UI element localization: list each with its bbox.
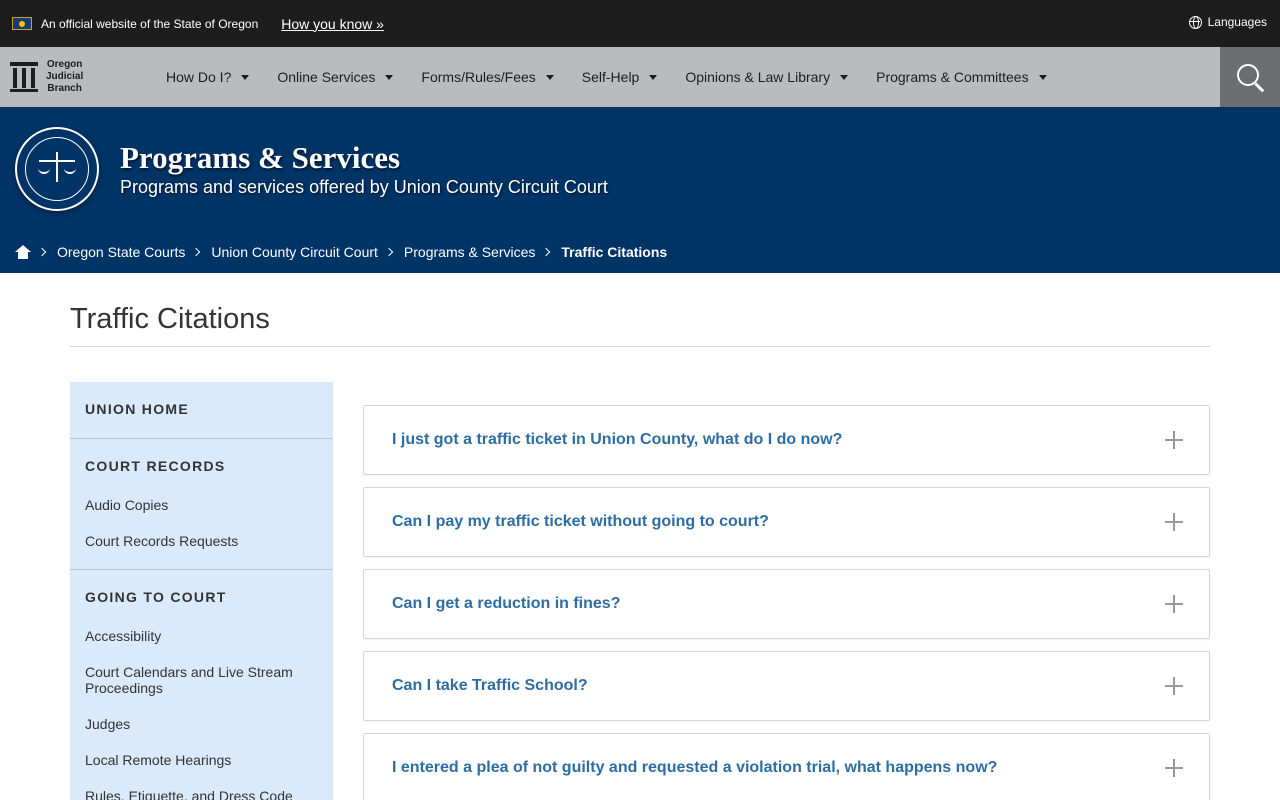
breadcrumb-oregon-state-courts[interactable]: Oregon State Courts — [57, 244, 185, 260]
nav-self-help[interactable]: Self-Help — [582, 69, 658, 85]
sidebar-heading-court-records[interactable]: COURT RECORDS — [70, 439, 333, 497]
faq-accordion: I just got a traffic ticket in Union Cou… — [363, 382, 1210, 800]
caret-down-icon — [649, 74, 658, 80]
plus-icon[interactable] — [1165, 677, 1183, 695]
nav-programs-committees[interactable]: Programs & Committees — [876, 69, 1047, 85]
caret-down-icon — [840, 74, 849, 80]
chevron-right-icon — [384, 247, 394, 257]
judicial-department-seal — [15, 127, 99, 211]
sidebar-item-accessibility[interactable]: Accessibility — [70, 628, 333, 664]
plus-icon[interactable] — [1165, 513, 1183, 531]
faq-question[interactable]: I just got a traffic ticket in Union Cou… — [392, 431, 842, 449]
globe-icon — [1188, 15, 1202, 29]
chevron-right-icon — [192, 247, 201, 257]
search-button[interactable] — [1220, 47, 1280, 107]
faq-question[interactable]: I entered a plea of not guilty and reque… — [392, 759, 997, 777]
page-hero: Programs & Services Programs and service… — [0, 107, 1280, 273]
how-you-know-link[interactable]: How you know » — [281, 16, 384, 32]
official-banner: An official website of the State of Oreg… — [0, 0, 1280, 47]
nav-forms-rules-fees[interactable]: Forms/Rules/Fees — [421, 69, 554, 85]
breadcrumb: Oregon State Courts Union County Circuit… — [15, 244, 667, 260]
caret-down-icon — [545, 74, 554, 80]
sidebar-item-rules-etiquette[interactable]: Rules, Etiquette, and Dress Code — [70, 788, 333, 800]
breadcrumb-programs-services[interactable]: Programs & Services — [404, 244, 535, 260]
faq-item[interactable]: Can I take Traffic School? — [363, 651, 1210, 721]
chevron-right-icon — [542, 247, 551, 257]
search-icon — [1237, 64, 1259, 86]
faq-item[interactable]: I entered a plea of not guilty and reque… — [363, 733, 1210, 800]
hero-subtitle: Programs and services offered by Union C… — [120, 177, 608, 197]
breadcrumb-current: Traffic Citations — [561, 244, 668, 260]
nav-online-services[interactable]: Online Services — [277, 69, 394, 85]
plus-icon[interactable] — [1165, 595, 1183, 613]
sidebar-item-audio-copies[interactable]: Audio Copies — [70, 497, 333, 533]
plus-icon[interactable] — [1165, 759, 1183, 777]
languages-button[interactable]: Languages — [1188, 15, 1267, 29]
sidebar-item-local-remote-hearings[interactable]: Local Remote Hearings — [70, 752, 333, 788]
languages-label: Languages — [1207, 15, 1267, 29]
faq-item[interactable]: Can I get a reduction in fines? — [363, 569, 1210, 639]
home-icon[interactable] — [15, 245, 31, 259]
hero-title: Programs & Services — [120, 140, 401, 175]
sidebar-item-judges[interactable]: Judges — [70, 716, 333, 752]
sidebar: UNION HOME COURT RECORDS Audio Copies Co… — [70, 382, 333, 800]
main-navigation: Oregon Judicial Branch How Do I? Online … — [0, 47, 1280, 107]
nav-how-do-i[interactable]: How Do I? — [166, 69, 250, 85]
faq-item[interactable]: Can I pay my traffic ticket without goin… — [363, 487, 1210, 557]
caret-down-icon — [1038, 74, 1047, 80]
sidebar-union-home[interactable]: UNION HOME — [70, 382, 333, 438]
faq-question[interactable]: Can I take Traffic School? — [392, 677, 588, 695]
official-banner-text: An official website of the State of Oreg… — [41, 16, 259, 31]
plus-icon[interactable] — [1165, 431, 1183, 449]
logo-text: Oregon Judicial Branch — [46, 59, 84, 94]
courthouse-icon — [10, 62, 38, 92]
sidebar-heading-going-to-court[interactable]: GOING TO COURT — [70, 570, 333, 628]
faq-question[interactable]: Can I get a reduction in fines? — [392, 595, 620, 613]
sidebar-item-court-calendars[interactable]: Court Calendars and Live Stream Proceedi… — [70, 664, 333, 716]
caret-down-icon — [241, 74, 250, 80]
oregon-flag-icon — [12, 17, 32, 30]
breadcrumb-union-county[interactable]: Union County Circuit Court — [211, 244, 378, 260]
sidebar-item-court-records-requests[interactable]: Court Records Requests — [70, 533, 333, 569]
page-title: Traffic Citations — [70, 273, 1210, 347]
caret-down-icon — [385, 74, 394, 80]
ojb-logo[interactable]: Oregon Judicial Branch — [0, 59, 150, 95]
chevron-right-icon — [37, 247, 47, 257]
faq-question[interactable]: Can I pay my traffic ticket without goin… — [392, 513, 769, 531]
faq-item[interactable]: I just got a traffic ticket in Union Cou… — [363, 405, 1210, 475]
nav-opinions-law-library[interactable]: Opinions & Law Library — [685, 69, 849, 85]
